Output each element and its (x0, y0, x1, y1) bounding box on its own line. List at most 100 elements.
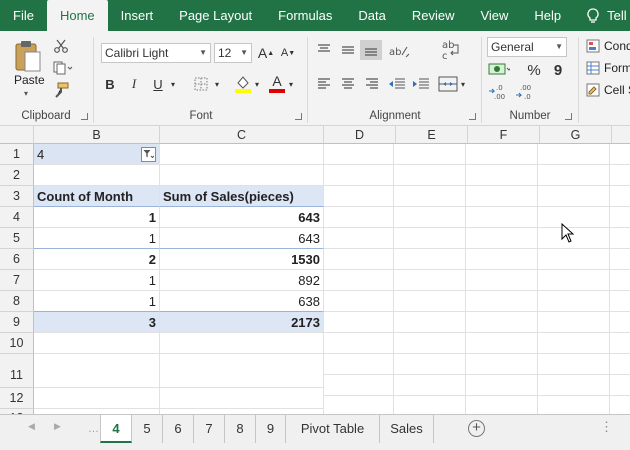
tab-scroll-handle[interactable]: ⋮ (600, 419, 614, 435)
align-center-icon[interactable] (340, 77, 356, 91)
tab-file[interactable]: File (0, 0, 47, 31)
tab-review[interactable]: Review (399, 0, 468, 31)
align-top-icon[interactable] (316, 43, 332, 57)
pivot-row-sum[interactable]: 892 (160, 270, 324, 291)
fill-color-dropdown-icon[interactable]: ▾ (252, 75, 262, 93)
pivot-row-count[interactable]: 1 (34, 270, 160, 291)
tab-page-layout[interactable]: Page Layout (166, 0, 265, 31)
column-header-d[interactable]: D (324, 126, 396, 144)
paste-dropdown-icon[interactable]: ▾ (24, 89, 28, 98)
shrink-font-icon[interactable]: A ▼ (280, 43, 296, 63)
row-header[interactable]: 2 (0, 165, 34, 186)
row-header[interactable]: 8 (0, 291, 34, 312)
font-name-combo[interactable]: Calibri Light ▼ (101, 43, 211, 63)
tab-home[interactable]: Home (46, 0, 108, 31)
cell[interactable] (34, 388, 160, 409)
accounting-format-icon[interactable] (488, 61, 510, 77)
number-launcher-icon[interactable] (565, 113, 572, 120)
increase-decimal-icon[interactable]: .0.00 (488, 83, 512, 101)
sheet-tab-5[interactable]: 5 (132, 415, 163, 443)
pivot-row-sum[interactable]: 638 (160, 291, 324, 312)
cell[interactable] (160, 333, 324, 354)
wrap-text-icon[interactable]: abc (440, 39, 462, 61)
tell-me-box[interactable]: Tell m (574, 0, 630, 31)
borders-icon[interactable] (192, 75, 210, 93)
pivot-row-sum[interactable]: 1530 (160, 249, 324, 270)
underline-dropdown-icon[interactable]: ▾ (168, 75, 178, 93)
row-header[interactable]: 7 (0, 270, 34, 291)
conditional-formatting-button[interactable]: Cond (586, 39, 630, 53)
font-launcher-icon[interactable] (295, 113, 302, 120)
row-header[interactable]: 12 (0, 388, 34, 409)
pivot-row-count[interactable]: 1 (34, 228, 160, 249)
tab-data[interactable]: Data (345, 0, 398, 31)
copy-icon[interactable] (52, 59, 74, 77)
paste-icon[interactable] (10, 37, 46, 75)
alignment-launcher-icon[interactable] (469, 113, 476, 120)
cell[interactable] (34, 354, 160, 388)
pivot-filter-cell[interactable]: 4 (34, 144, 160, 165)
cell[interactable] (160, 165, 324, 186)
row-header[interactable]: 4 (0, 207, 34, 228)
pivot-grand-total-sum[interactable]: 2173 (160, 312, 324, 333)
sheet-tab-7[interactable]: 7 (194, 415, 225, 443)
underline-button[interactable]: U (150, 75, 166, 93)
column-header-g[interactable]: G (540, 126, 612, 144)
italic-button[interactable]: I (126, 75, 142, 93)
merge-center-icon[interactable] (438, 75, 458, 93)
pivot-header-count-of-month[interactable]: Count of Month (34, 186, 160, 207)
cell[interactable] (34, 333, 160, 354)
decrease-indent-icon[interactable] (388, 77, 406, 91)
tab-view[interactable]: View (467, 0, 521, 31)
clipboard-launcher-icon[interactable] (81, 113, 88, 120)
tab-formulas[interactable]: Formulas (265, 0, 345, 31)
column-header-h[interactable] (612, 126, 630, 144)
format-as-table-button[interactable]: Form (586, 61, 630, 75)
row-header[interactable]: 10 (0, 333, 34, 354)
filter-icon[interactable] (141, 146, 156, 162)
scroll-tabs-right-icon[interactable]: ▶ (54, 421, 61, 432)
pivot-header-sum-of-sales[interactable]: Sum of Sales(pieces) (160, 186, 324, 207)
row-header[interactable]: 9 (0, 312, 34, 333)
comma-style-button[interactable]: 9 (550, 61, 566, 79)
sheet-tab-pivot-table[interactable]: Pivot Table (286, 415, 380, 443)
sheet-tab-sales[interactable]: Sales (380, 415, 434, 443)
select-all-corner[interactable] (0, 126, 34, 144)
sheet-tab-8[interactable]: 8 (225, 415, 256, 443)
add-sheet-icon[interactable]: + (468, 420, 485, 437)
sheet-tab-6[interactable]: 6 (163, 415, 194, 443)
row-header[interactable]: 11 (0, 354, 34, 388)
fill-color-icon[interactable] (234, 73, 252, 95)
pivot-row-count[interactable]: 1 (34, 207, 160, 228)
decrease-decimal-icon[interactable]: .00.0 (514, 83, 538, 101)
bold-button[interactable]: B (102, 75, 118, 93)
increase-indent-icon[interactable] (412, 77, 430, 91)
column-header-b[interactable]: B (34, 126, 160, 144)
row-header[interactable]: 3 (0, 186, 34, 207)
pivot-row-sum[interactable]: 643 (160, 228, 324, 249)
number-format-combo[interactable]: General ▼ (487, 37, 567, 57)
paste-label[interactable]: Paste (14, 73, 45, 87)
align-middle-icon[interactable] (340, 43, 356, 57)
cell-styles-button[interactable]: Cell S (586, 83, 630, 97)
pivot-row-count[interactable]: 2 (34, 249, 160, 270)
row-header[interactable]: 6 (0, 249, 34, 270)
font-size-combo[interactable]: 12 ▼ (214, 43, 252, 63)
sheet-tab-9[interactable]: 9 (256, 415, 286, 443)
align-right-icon[interactable] (364, 77, 380, 91)
sheet-tab-4[interactable]: 4 (100, 415, 132, 443)
cell[interactable] (34, 165, 160, 186)
column-header-f[interactable]: F (468, 126, 540, 144)
column-header-e[interactable]: E (396, 126, 468, 144)
scroll-tabs-left-icon[interactable]: ◀ (28, 421, 35, 432)
cut-icon[interactable] (52, 37, 70, 55)
align-bottom-button[interactable] (360, 40, 382, 60)
merge-dropdown-icon[interactable]: ▾ (458, 75, 468, 93)
row-header[interactable]: 1 (0, 144, 34, 165)
orientation-icon[interactable]: ab (388, 41, 410, 59)
cell[interactable] (160, 144, 324, 165)
align-left-icon[interactable] (316, 77, 332, 91)
font-color-dropdown-icon[interactable]: ▾ (286, 75, 296, 93)
cell[interactable] (160, 388, 324, 409)
cell[interactable] (160, 354, 324, 388)
